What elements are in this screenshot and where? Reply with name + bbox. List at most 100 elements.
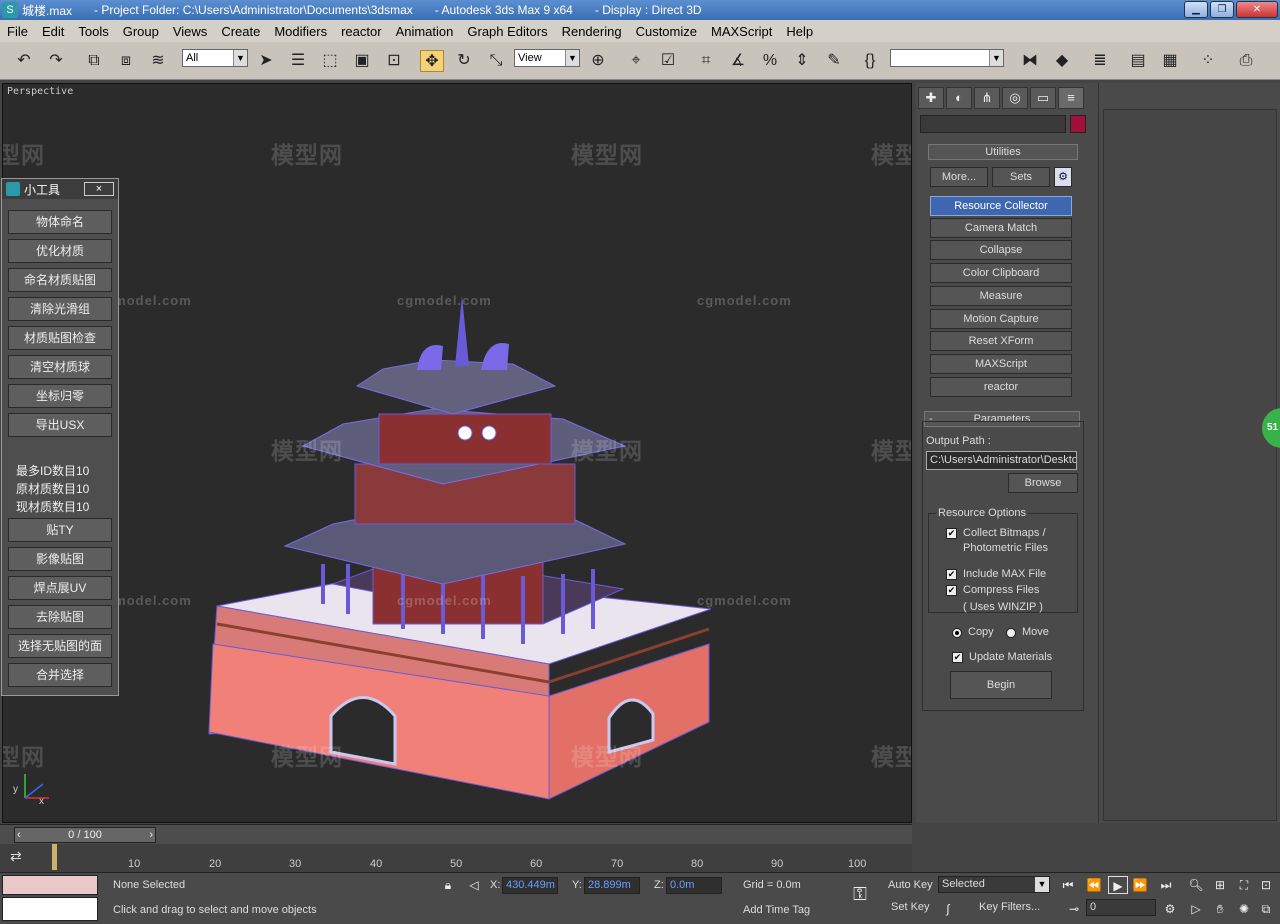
remove-maps-button[interactable]: 去除贴图: [8, 605, 112, 629]
measure-button[interactable]: Measure: [930, 286, 1072, 306]
pan-view-icon[interactable]: ✋︎: [1210, 900, 1230, 918]
menu-file[interactable]: File: [0, 24, 35, 39]
selection-filter-dropdown[interactable]: All ▼: [182, 49, 248, 67]
create-tab-icon[interactable]: ✚: [918, 87, 944, 109]
display-tab-icon[interactable]: ▭: [1030, 87, 1056, 109]
layer-manager-icon[interactable]: ≣: [1088, 50, 1112, 72]
maximize-icon[interactable]: ❐: [1210, 1, 1234, 18]
curve-editor-toggle-icon[interactable]: ⇄: [10, 848, 30, 866]
time-configuration-icon[interactable]: ⚙: [1160, 900, 1180, 918]
redo-icon[interactable]: ↷: [44, 50, 68, 72]
object-naming-button[interactable]: 物体命名: [8, 210, 112, 234]
time-next-icon[interactable]: ›: [149, 828, 153, 842]
weld-unwrap-uv-button[interactable]: 焊点展UV: [8, 576, 112, 600]
x-coordinate-field[interactable]: 430.449m: [502, 877, 558, 894]
link-icon[interactable]: ⧉: [82, 50, 106, 72]
edit-named-selection-icon[interactable]: {}: [858, 50, 882, 72]
manipulate-icon[interactable]: ⌖: [624, 50, 648, 72]
image-map-button[interactable]: 影像贴图: [8, 547, 112, 571]
named-selection-dropdown[interactable]: ▼: [890, 49, 1004, 67]
floater-header[interactable]: 小工具 ×: [2, 179, 118, 199]
menu-maxscript[interactable]: MAXScript: [704, 24, 779, 39]
select-and-move-icon[interactable]: ✥: [420, 50, 444, 72]
set-key-button[interactable]: Set Key: [891, 901, 930, 913]
menu-help[interactable]: Help: [779, 24, 820, 39]
pivot-center-icon[interactable]: ⊕: [586, 50, 610, 72]
more-button[interactable]: More...: [930, 167, 988, 187]
menu-animation[interactable]: Animation: [389, 24, 461, 39]
unlink-icon[interactable]: ⧈: [114, 50, 138, 72]
camera-match-button[interactable]: Camera Match: [930, 218, 1072, 238]
motion-capture-button[interactable]: Motion Capture: [930, 309, 1072, 329]
reset-coordinates-button[interactable]: 坐标归零: [8, 384, 112, 408]
menu-create[interactable]: Create: [214, 24, 267, 39]
zoom-extents-all-icon[interactable]: ⊡: [1256, 876, 1276, 894]
select-object-icon[interactable]: ➤: [254, 50, 278, 72]
menu-group[interactable]: Group: [116, 24, 166, 39]
menu-modifiers[interactable]: Modifiers: [267, 24, 334, 39]
current-frame-field[interactable]: 0: [1086, 899, 1156, 916]
time-slider[interactable]: ‹ 0 / 100 ›: [0, 824, 912, 844]
zoom-icon[interactable]: 🔍︎: [1186, 876, 1206, 894]
merge-selection-button[interactable]: 合并选择: [8, 663, 112, 687]
reactor-button[interactable]: reactor: [930, 377, 1072, 397]
select-and-rotate-icon[interactable]: ↻: [452, 50, 476, 72]
close-window-icon[interactable]: ✕: [1236, 1, 1278, 18]
select-unmapped-faces-button[interactable]: 选择无贴图的面: [8, 634, 112, 658]
menu-graph-editors[interactable]: Graph Editors: [460, 24, 554, 39]
app-icon[interactable]: S: [2, 2, 18, 18]
keyboard-shortcut-icon[interactable]: ☑: [656, 50, 680, 72]
z-coordinate-field[interactable]: 0.0m: [666, 877, 722, 894]
reference-coordinate-dropdown[interactable]: View ▼: [514, 49, 580, 67]
spinner-snap-icon[interactable]: ⇕: [790, 50, 814, 72]
select-by-name-icon[interactable]: ☰: [286, 50, 310, 72]
clear-material-slots-button[interactable]: 清空材质球: [8, 355, 112, 379]
object-name-field[interactable]: [920, 115, 1066, 133]
key-mode-curve-icon[interactable]: ∫: [938, 900, 958, 918]
curve-editor-icon[interactable]: ▤: [1126, 50, 1150, 72]
arc-rotate-icon[interactable]: ✺: [1234, 900, 1254, 918]
export-usx-button[interactable]: 导出USX: [8, 413, 112, 437]
undo-icon[interactable]: ↶: [12, 50, 36, 72]
sets-button[interactable]: Sets: [992, 167, 1050, 187]
y-coordinate-field[interactable]: 28.899m: [584, 877, 640, 894]
maximize-viewport-icon[interactable]: ⧉: [1256, 900, 1276, 918]
minimize-icon[interactable]: ▁: [1184, 1, 1208, 18]
time-prev-icon[interactable]: ‹: [17, 828, 21, 842]
next-frame-icon[interactable]: ⏩: [1130, 876, 1150, 894]
select-and-move-extra-icon[interactable]: ⊡: [382, 50, 406, 72]
absolute-mode-icon[interactable]: ◁: [464, 876, 484, 894]
maxscript-listener-mini[interactable]: [2, 875, 98, 895]
go-to-start-icon[interactable]: ⏮: [1058, 876, 1078, 894]
resource-collector-button[interactable]: Resource Collector: [930, 196, 1072, 216]
configure-button-sets-icon[interactable]: ⚙: [1054, 167, 1072, 187]
name-material-map-button[interactable]: 命名材质贴图: [8, 268, 112, 292]
floater-close-button[interactable]: ×: [84, 182, 114, 196]
motion-tab-icon[interactable]: ◎: [1002, 87, 1028, 109]
perspective-viewport[interactable]: Perspective 模型网 模型网 模型网 模: [2, 83, 912, 823]
menu-customize[interactable]: Customize: [629, 24, 704, 39]
percent-snap-icon[interactable]: %: [758, 50, 782, 72]
maxscript-button[interactable]: MAXScript: [930, 354, 1072, 374]
angle-snap-icon[interactable]: ∡: [726, 50, 750, 72]
utilities-tab-icon[interactable]: ≡: [1058, 87, 1084, 109]
bind-space-warp-icon[interactable]: ≋: [146, 50, 170, 72]
reset-xform-button[interactable]: Reset XForm: [930, 331, 1072, 351]
menu-rendering[interactable]: Rendering: [555, 24, 629, 39]
menu-edit[interactable]: Edit: [35, 24, 71, 39]
rectangular-selection-icon[interactable]: ⬚: [318, 50, 342, 72]
zoom-all-icon[interactable]: ⊞: [1210, 876, 1230, 894]
modify-tab-icon[interactable]: ◐: [946, 87, 972, 109]
play-icon[interactable]: ▶: [1108, 876, 1128, 894]
material-editor-icon[interactable]: ⁘: [1196, 50, 1220, 72]
mirror-icon[interactable]: ⧓: [1018, 50, 1042, 72]
material-map-check-button[interactable]: 材质贴图检查: [8, 326, 112, 350]
color-clipboard-button[interactable]: Color Clipboard: [930, 263, 1072, 283]
menu-reactor[interactable]: reactor: [334, 24, 388, 39]
track-bar[interactable]: ⇄ 10 20 30 40 50 60 70 80 90 100: [0, 844, 912, 872]
set-key-icon[interactable]: ⚿: [846, 885, 874, 903]
field-of-view-icon[interactable]: ▷: [1186, 900, 1206, 918]
auto-key-button[interactable]: Auto Key: [888, 879, 933, 891]
object-color-swatch[interactable]: [1070, 115, 1086, 133]
render-scene-icon[interactable]: ⎙: [1234, 50, 1258, 72]
